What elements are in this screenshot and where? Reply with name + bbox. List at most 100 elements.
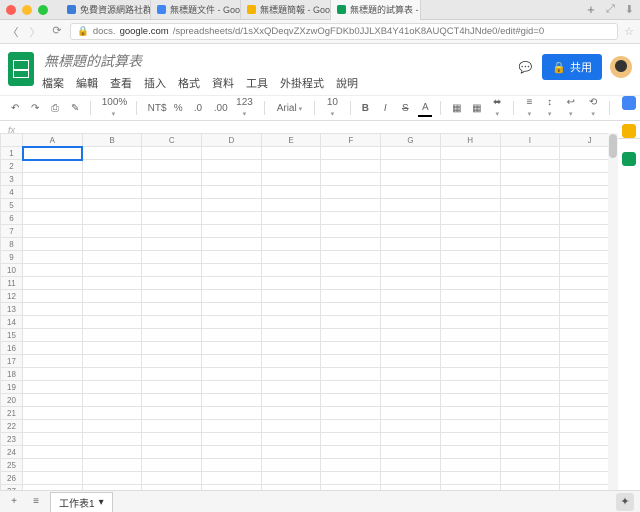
cell[interactable] [82, 381, 142, 394]
cell[interactable] [142, 238, 202, 251]
cell[interactable] [440, 433, 500, 446]
cell[interactable] [381, 355, 441, 368]
cell[interactable] [500, 446, 560, 459]
cell[interactable] [500, 303, 560, 316]
cell[interactable] [381, 368, 441, 381]
cell[interactable] [440, 420, 500, 433]
cell[interactable] [261, 290, 321, 303]
cell[interactable] [440, 264, 500, 277]
cell[interactable] [381, 420, 441, 433]
column-header[interactable]: E [261, 134, 321, 147]
cell[interactable] [440, 186, 500, 199]
cell[interactable] [381, 290, 441, 303]
cell[interactable] [381, 186, 441, 199]
cell[interactable] [321, 316, 381, 329]
cell[interactable] [82, 147, 142, 160]
cell[interactable] [142, 277, 202, 290]
cell[interactable] [202, 290, 262, 303]
column-header[interactable]: A [23, 134, 83, 147]
column-header[interactable]: C [142, 134, 202, 147]
cell[interactable] [23, 264, 83, 277]
cell[interactable] [500, 368, 560, 381]
row-header[interactable]: 9 [1, 251, 23, 264]
cell[interactable] [500, 407, 560, 420]
cell[interactable] [202, 277, 262, 290]
cell[interactable] [381, 329, 441, 342]
row-header[interactable]: 1 [1, 147, 23, 160]
cell[interactable] [202, 147, 262, 160]
cell[interactable] [142, 368, 202, 381]
cell[interactable] [82, 199, 142, 212]
menu-item[interactable]: 格式 [178, 75, 200, 91]
menu-item[interactable]: 說明 [336, 75, 358, 91]
valign-button[interactable]: ↕ [543, 95, 557, 121]
cell[interactable] [500, 238, 560, 251]
cell[interactable] [321, 355, 381, 368]
cell[interactable] [202, 394, 262, 407]
cell[interactable] [142, 212, 202, 225]
sheets-logo-icon[interactable] [8, 52, 34, 86]
forward-button[interactable]: 〉 [28, 24, 42, 40]
percent-button[interactable]: % [171, 101, 185, 116]
cell[interactable] [381, 407, 441, 420]
account-avatar[interactable] [610, 56, 632, 78]
maximize-window-button[interactable] [38, 5, 48, 15]
cell[interactable] [440, 290, 500, 303]
row-header[interactable]: 22 [1, 420, 23, 433]
cell[interactable] [142, 186, 202, 199]
cell[interactable] [321, 173, 381, 186]
borders-button[interactable]: ▦ [469, 101, 483, 116]
cell[interactable] [440, 147, 500, 160]
cell[interactable] [142, 459, 202, 472]
cell[interactable] [202, 433, 262, 446]
cell[interactable] [261, 160, 321, 173]
cell[interactable] [321, 225, 381, 238]
cell[interactable] [440, 472, 500, 485]
fill-color-button[interactable]: ▦ [449, 101, 463, 116]
cell[interactable] [321, 277, 381, 290]
cell[interactable] [321, 303, 381, 316]
cell[interactable] [202, 407, 262, 420]
cell[interactable] [440, 407, 500, 420]
cell[interactable] [500, 264, 560, 277]
cell[interactable] [261, 225, 321, 238]
cell[interactable] [142, 446, 202, 459]
cell[interactable] [261, 199, 321, 212]
cell[interactable] [261, 212, 321, 225]
browser-tab[interactable]: 無標題簡報 - Google 簡報 [241, 0, 331, 20]
cell[interactable] [82, 459, 142, 472]
cell[interactable] [82, 238, 142, 251]
cell[interactable] [82, 446, 142, 459]
browser-tab[interactable]: 無標題的試算表 - Google 試算 [331, 0, 421, 20]
cell[interactable] [202, 238, 262, 251]
menu-item[interactable]: 編輯 [76, 75, 98, 91]
cell[interactable] [500, 147, 560, 160]
cell[interactable] [261, 459, 321, 472]
paint-format-button[interactable]: ✎ [68, 101, 82, 116]
cell[interactable] [82, 290, 142, 303]
cell[interactable] [261, 303, 321, 316]
cell[interactable] [440, 277, 500, 290]
cell[interactable] [82, 472, 142, 485]
cell[interactable] [261, 251, 321, 264]
merge-button[interactable]: ⬌ [489, 95, 505, 121]
row-header[interactable]: 20 [1, 394, 23, 407]
cell[interactable] [261, 147, 321, 160]
cell[interactable] [261, 277, 321, 290]
cell[interactable] [440, 342, 500, 355]
font-select[interactable]: Arial [272, 101, 306, 116]
cell[interactable] [381, 446, 441, 459]
row-header[interactable]: 8 [1, 238, 23, 251]
sidepanel-app-icon[interactable] [622, 124, 636, 138]
cell[interactable] [381, 342, 441, 355]
cell[interactable] [261, 264, 321, 277]
cell[interactable] [500, 251, 560, 264]
cell[interactable] [321, 472, 381, 485]
cell[interactable] [82, 329, 142, 342]
cell[interactable] [142, 407, 202, 420]
cell[interactable] [82, 368, 142, 381]
cell[interactable] [440, 394, 500, 407]
cell[interactable] [23, 199, 83, 212]
cell[interactable] [321, 186, 381, 199]
cell[interactable] [440, 316, 500, 329]
